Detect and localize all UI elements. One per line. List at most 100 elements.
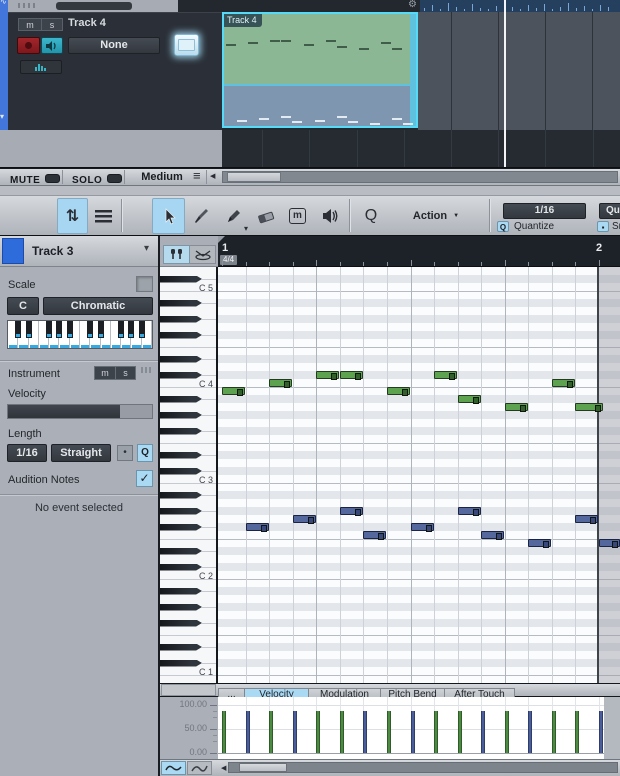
- note-velocity-handle[interactable]: [543, 541, 549, 548]
- note-velocity-handle[interactable]: [355, 509, 361, 516]
- velocity-lane[interactable]: [218, 697, 620, 759]
- black-key[interactable]: [97, 321, 104, 338]
- gear-icon[interactable]: ⚙: [408, 0, 417, 10]
- note-velocity-handle[interactable]: [378, 533, 384, 540]
- midi-note-blue[interactable]: [458, 507, 481, 516]
- note-velocity-handle[interactable]: [473, 509, 479, 516]
- timeline-ruler[interactable]: 1 2 4/4: [218, 236, 620, 267]
- black-key[interactable]: [160, 587, 202, 595]
- track-scroll-strip[interactable]: ∿ ▾: [0, 0, 8, 131]
- midi-note-green[interactable]: [575, 403, 603, 412]
- black-key[interactable]: [128, 321, 135, 338]
- solo-all-button[interactable]: SOLO: [64, 170, 125, 186]
- macro-q-button[interactable]: Q: [352, 198, 390, 234]
- midi-note-green[interactable]: [316, 371, 339, 380]
- velocity-bar-green[interactable]: [434, 711, 438, 753]
- white-key[interactable]: [160, 627, 216, 635]
- swing-button[interactable]: Straight: [51, 444, 111, 462]
- white-key[interactable]: [160, 611, 216, 619]
- midi-note-green[interactable]: [387, 387, 410, 396]
- h-scrollbar-thumb[interactable]: [227, 172, 281, 182]
- editor-h-scrollbar-track[interactable]: [228, 762, 618, 773]
- dropdown-icon[interactable]: ▾: [144, 243, 149, 254]
- note-velocity-handle[interactable]: [473, 397, 479, 404]
- white-key[interactable]: [160, 515, 216, 523]
- note-velocity-handle[interactable]: [355, 373, 361, 380]
- velocity-bar-green[interactable]: [387, 711, 391, 753]
- track-mute-button[interactable]: m: [18, 18, 41, 31]
- midi-note-green[interactable]: [458, 395, 481, 404]
- midi-note-green[interactable]: [340, 371, 363, 380]
- scale-keyboard[interactable]: [7, 320, 153, 349]
- note-velocity-handle[interactable]: [426, 525, 432, 532]
- white-key[interactable]: [160, 267, 216, 275]
- white-key[interactable]: [160, 435, 216, 443]
- black-key[interactable]: [160, 603, 202, 611]
- length-q-button[interactable]: Q: [137, 444, 153, 462]
- mini-slider[interactable]: [56, 2, 132, 10]
- instrument-editor-button[interactable]: [174, 34, 199, 56]
- velocity-bar-green[interactable]: [222, 711, 226, 753]
- scale-type-button[interactable]: Chromatic: [43, 297, 153, 315]
- note-velocity-handle[interactable]: [331, 373, 337, 380]
- black-key[interactable]: [160, 355, 202, 363]
- white-key[interactable]: [160, 555, 216, 563]
- track-solo-button[interactable]: s: [41, 18, 63, 31]
- black-key[interactable]: [160, 523, 202, 531]
- mute-tool-button[interactable]: m: [282, 198, 313, 234]
- velocity-bar-blue[interactable]: [363, 711, 367, 753]
- white-key[interactable]: [160, 483, 216, 491]
- black-key[interactable]: [160, 275, 202, 283]
- inspector-header[interactable]: Track 3 ▾: [0, 236, 158, 267]
- black-key[interactable]: [160, 411, 202, 419]
- note-grid[interactable]: [218, 267, 620, 683]
- white-key[interactable]: [160, 539, 216, 547]
- white-key[interactable]: [160, 339, 216, 347]
- note-velocity-handle[interactable]: [237, 389, 243, 396]
- action-menu-button[interactable]: Action ▼: [395, 198, 477, 234]
- midi-note-blue[interactable]: [528, 539, 551, 548]
- black-key[interactable]: [160, 427, 202, 435]
- midi-note-green[interactable]: [434, 371, 457, 380]
- track-height-label[interactable]: Medium: [134, 171, 190, 183]
- curve-tool-button-1[interactable]: [161, 761, 186, 775]
- editor-track-name[interactable]: Track 3: [32, 244, 73, 258]
- scale-checkbox[interactable]: [136, 276, 153, 292]
- note-velocity-handle[interactable]: [284, 381, 290, 388]
- note-pins-button[interactable]: [163, 245, 190, 264]
- view-options-button[interactable]: [88, 198, 119, 234]
- white-key[interactable]: [160, 459, 216, 467]
- paint-tool-button[interactable]: ▾: [217, 198, 250, 234]
- white-key[interactable]: [160, 499, 216, 507]
- eraser-tool-button[interactable]: [250, 198, 282, 234]
- velocity-bar-green[interactable]: [575, 711, 579, 753]
- note-velocity-handle[interactable]: [261, 525, 267, 532]
- white-key[interactable]: [160, 307, 216, 315]
- white-key[interactable]: [160, 403, 216, 411]
- black-key[interactable]: [138, 321, 145, 338]
- h-scrollbar-track[interactable]: [222, 171, 618, 183]
- audition-checkbox[interactable]: ✓: [136, 470, 153, 487]
- scroll-left-arrow[interactable]: ◀: [210, 172, 215, 180]
- length-value-button[interactable]: 1/16: [7, 444, 47, 462]
- white-key[interactable]: [160, 291, 216, 299]
- midi-note-green[interactable]: [505, 403, 528, 412]
- arrow-tool-button[interactable]: [152, 198, 185, 234]
- white-key[interactable]: [160, 635, 216, 643]
- black-key[interactable]: [25, 321, 32, 338]
- note-velocity-handle[interactable]: [567, 381, 573, 388]
- black-key[interactable]: [160, 547, 202, 555]
- black-key[interactable]: [160, 315, 202, 323]
- midi-note-blue[interactable]: [363, 531, 386, 540]
- black-key[interactable]: [160, 659, 202, 667]
- snap-chip-icon[interactable]: ▪: [597, 221, 609, 232]
- velocity-bar-blue[interactable]: [411, 711, 415, 753]
- note-velocity-handle[interactable]: [612, 541, 618, 548]
- note-velocity-handle[interactable]: [590, 517, 596, 524]
- black-key[interactable]: [160, 299, 202, 307]
- lane-header-button[interactable]: [161, 684, 216, 696]
- monitor-button[interactable]: [41, 37, 63, 54]
- dot-button[interactable]: •: [117, 445, 133, 461]
- midi-note-blue[interactable]: [340, 507, 363, 516]
- velocity-bar-blue[interactable]: [528, 711, 532, 753]
